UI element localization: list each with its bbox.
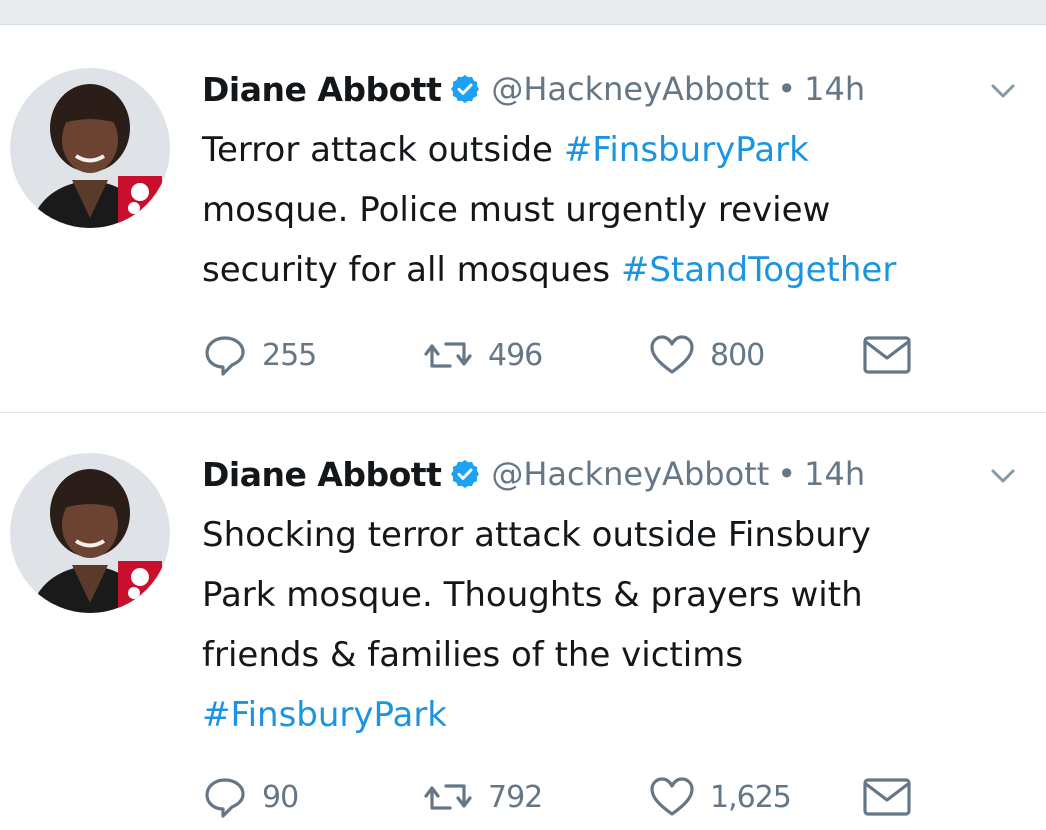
retweet-count: 792: [488, 779, 543, 815]
text-line: friends & families of the victims: [202, 635, 744, 675]
tweet-text: Shocking terror attack outside Finsbury …: [202, 505, 1022, 745]
message-icon: [862, 334, 912, 376]
like-count: 800: [710, 337, 765, 373]
like-button[interactable]: 800: [648, 330, 765, 380]
like-count: 1,625: [710, 779, 792, 815]
chevron-down-icon[interactable]: [988, 76, 1018, 106]
reply-count: 90: [262, 779, 299, 815]
timestamp[interactable]: 14h: [804, 70, 865, 108]
text-line: mosque. Police must urgently review: [202, 190, 831, 230]
retweet-button[interactable]: 496: [422, 330, 543, 380]
retweet-button[interactable]: 792: [422, 772, 543, 822]
avatar[interactable]: [10, 453, 170, 613]
tweet-header: Diane Abbott @HackneyAbbott • 14h: [202, 449, 865, 499]
separator: •: [777, 455, 797, 493]
like-icon: [648, 774, 696, 820]
verified-badge-icon: [449, 73, 481, 105]
tweet[interactable]: Diane Abbott @HackneyAbbott • 14h Terror…: [0, 24, 1046, 413]
text-line: Park mosque. Thoughts & prayers with: [202, 575, 863, 615]
chevron-down-icon[interactable]: [988, 461, 1018, 491]
reply-button[interactable]: 255: [202, 330, 317, 380]
text-fragment: Terror attack outside: [202, 130, 564, 170]
hashtag-link[interactable]: #FinsburyPark: [564, 130, 809, 170]
tweet-header: Diane Abbott @HackneyAbbott • 14h: [202, 64, 865, 114]
author-name[interactable]: Diane Abbott: [202, 455, 442, 494]
hashtag-link[interactable]: #FinsburyPark: [202, 695, 447, 735]
text-line: Shocking terror attack outside Finsbury: [202, 515, 871, 555]
action-bar: 90 792 1,625: [202, 772, 962, 822]
reply-icon: [202, 332, 248, 378]
retweet-count: 496: [488, 337, 543, 373]
action-bar: 255 496 800: [202, 330, 962, 380]
tweet[interactable]: Diane Abbott @HackneyAbbott • 14h Shocki…: [0, 413, 1046, 830]
text-fragment: security for all mosques: [202, 250, 621, 290]
timestamp[interactable]: 14h: [804, 455, 865, 493]
reply-count: 255: [262, 337, 317, 373]
author-handle[interactable]: @HackneyAbbott: [491, 70, 769, 108]
top-bar: [0, 0, 1046, 25]
retweet-icon: [422, 774, 474, 820]
hashtag-link[interactable]: #StandTogether: [621, 250, 896, 290]
message-icon: [862, 776, 912, 818]
message-button[interactable]: [862, 330, 912, 380]
reply-button[interactable]: 90: [202, 772, 299, 822]
verified-badge-icon: [449, 458, 481, 490]
avatar[interactable]: [10, 68, 170, 228]
message-button[interactable]: [862, 772, 912, 822]
like-button[interactable]: 1,625: [648, 772, 792, 822]
author-handle[interactable]: @HackneyAbbott: [491, 455, 769, 493]
retweet-icon: [422, 332, 474, 378]
separator: •: [777, 70, 797, 108]
reply-icon: [202, 774, 248, 820]
author-name[interactable]: Diane Abbott: [202, 70, 442, 109]
tweet-text: Terror attack outside #FinsburyPark mosq…: [202, 120, 1022, 300]
like-icon: [648, 332, 696, 378]
